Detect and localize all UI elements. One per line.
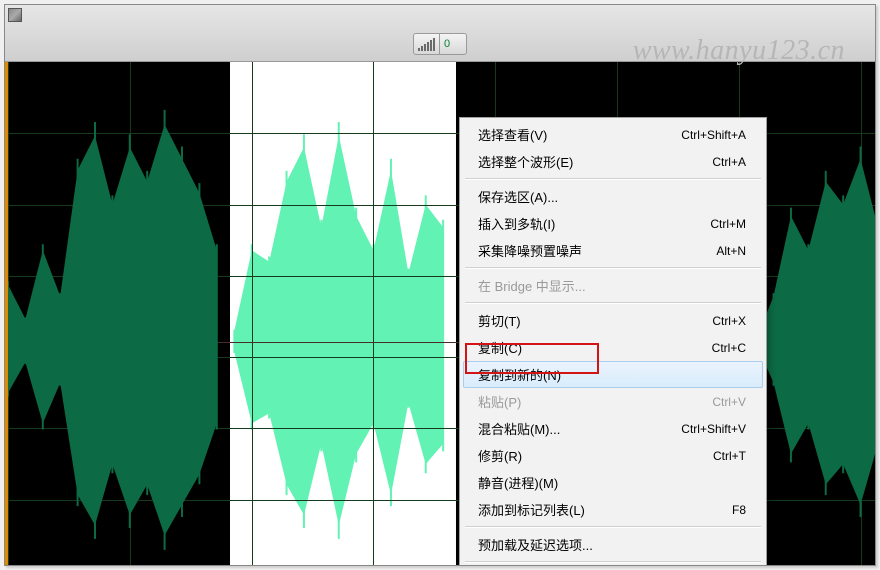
signal-bars-icon xyxy=(414,37,439,51)
menu-item-shortcut: Ctrl+V xyxy=(712,395,746,409)
menu-item-label: 复制(C) xyxy=(478,338,522,357)
context-menu-item[interactable]: 静音(进程)(M) xyxy=(463,469,763,496)
context-menu-item[interactable]: 预加载及延迟选项... xyxy=(463,531,763,558)
menu-item-label: 混合粘贴(M)... xyxy=(478,419,560,438)
menu-separator xyxy=(465,561,761,563)
context-menu-item[interactable]: 保存选区(A)... xyxy=(463,183,763,210)
menu-item-label: 静音(进程)(M) xyxy=(478,473,558,492)
context-menu-item: 粘贴(P) Ctrl+V xyxy=(463,388,763,415)
context-menu-item[interactable]: 复制到新的(N) xyxy=(463,361,763,388)
grid-line xyxy=(252,62,253,565)
menu-separator xyxy=(465,526,761,528)
context-menu-item[interactable]: 采集降噪预置噪声 Alt+N xyxy=(463,237,763,264)
waveform-selection[interactable] xyxy=(230,62,456,565)
grid-line xyxy=(373,62,374,565)
menu-item-label: 复制到新的(N) xyxy=(478,365,561,384)
menu-item-label: 选择查看(V) xyxy=(478,125,547,144)
context-menu-item[interactable]: 选择整个波形(E) Ctrl+A xyxy=(463,148,763,175)
menu-item-label: 剪切(T) xyxy=(478,311,521,330)
menu-item-label: 预加载及延迟选项... xyxy=(478,535,593,554)
zoom-widget[interactable]: 0 xyxy=(413,33,467,55)
menu-item-shortcut: Ctrl+A xyxy=(712,155,746,169)
menu-item-shortcut: F8 xyxy=(732,503,746,517)
context-menu-item[interactable]: 剪切(T) Ctrl+X xyxy=(463,307,763,334)
menu-item-shortcut: Ctrl+Shift+V xyxy=(681,422,746,436)
context-menu-item[interactable]: 修剪(R) Ctrl+T xyxy=(463,442,763,469)
zoom-value: 0 xyxy=(440,38,466,50)
menu-item-label: 粘贴(P) xyxy=(478,392,521,411)
context-menu-item[interactable]: 混合粘贴(M)... Ctrl+Shift+V xyxy=(463,415,763,442)
menu-item-shortcut: Ctrl+X xyxy=(712,314,746,328)
window-handle-icon xyxy=(8,8,22,22)
menu-item-label: 添加到标记列表(L) xyxy=(478,500,585,519)
app-window: 0 www.hanyu123.cn 选择查看(V)Ctrl+Shift+A选择整… xyxy=(4,4,876,566)
menu-item-label: 保存选区(A)... xyxy=(478,187,558,206)
context-menu-item[interactable]: 选择查看(V) Ctrl+Shift+A xyxy=(463,121,763,148)
menu-item-shortcut: Ctrl+M xyxy=(710,217,746,231)
context-menu: 选择查看(V) Ctrl+Shift+A 选择整个波形(E) Ctrl+A 保存选区(A… xyxy=(459,117,767,566)
context-menu-item[interactable]: 插入到多轨(I) Ctrl+M xyxy=(463,210,763,237)
menu-item-label: 选择整个波形(E) xyxy=(478,152,573,171)
menu-item-label: 修剪(R) xyxy=(478,446,522,465)
menu-item-shortcut: Ctrl+C xyxy=(712,341,746,355)
context-menu-item: 在 Bridge 中显示... xyxy=(463,272,763,299)
context-menu-item[interactable]: 复制(C) Ctrl+C xyxy=(463,334,763,361)
waveform-path xyxy=(230,62,456,565)
menu-item-shortcut: Ctrl+Shift+A xyxy=(681,128,746,142)
titlebar-strip: 0 xyxy=(5,5,875,62)
context-menu-item[interactable]: 添加到标记列表(L) F8 xyxy=(463,496,763,523)
menu-separator xyxy=(465,302,761,304)
menu-item-shortcut: Alt+N xyxy=(716,244,746,258)
menu-item-label: 在 Bridge 中显示... xyxy=(478,276,586,295)
menu-item-label: 插入到多轨(I) xyxy=(478,214,555,233)
menu-separator xyxy=(465,178,761,180)
waveform-path xyxy=(8,62,230,565)
menu-item-shortcut: Ctrl+T xyxy=(713,449,746,463)
menu-item-label: 采集降噪预置噪声 xyxy=(478,241,582,260)
menu-separator xyxy=(465,267,761,269)
